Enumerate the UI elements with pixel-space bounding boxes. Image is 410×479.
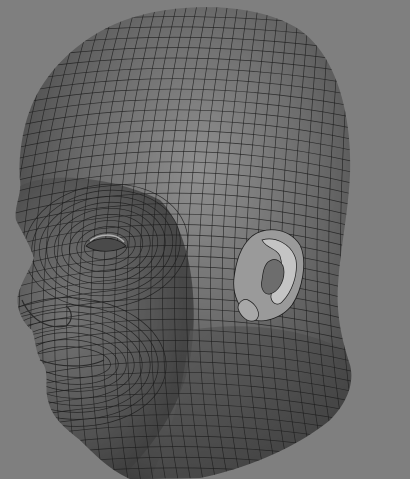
- mesh-longitude-line: [387, 0, 410, 479]
- mesh-longitude-line: [399, 0, 410, 479]
- 3d-viewport[interactable]: [0, 0, 410, 479]
- mesh-longitude-line: [352, 0, 380, 479]
- mesh-longitude-line: [376, 0, 406, 479]
- mesh-longitude-line: [340, 7, 352, 479]
- mesh-longitude-line: [15, 7, 21, 479]
- mesh-longitude-line: [15, 7, 31, 479]
- head-mesh-render: [15, 0, 410, 479]
- mesh-longitude-line: [364, 0, 393, 479]
